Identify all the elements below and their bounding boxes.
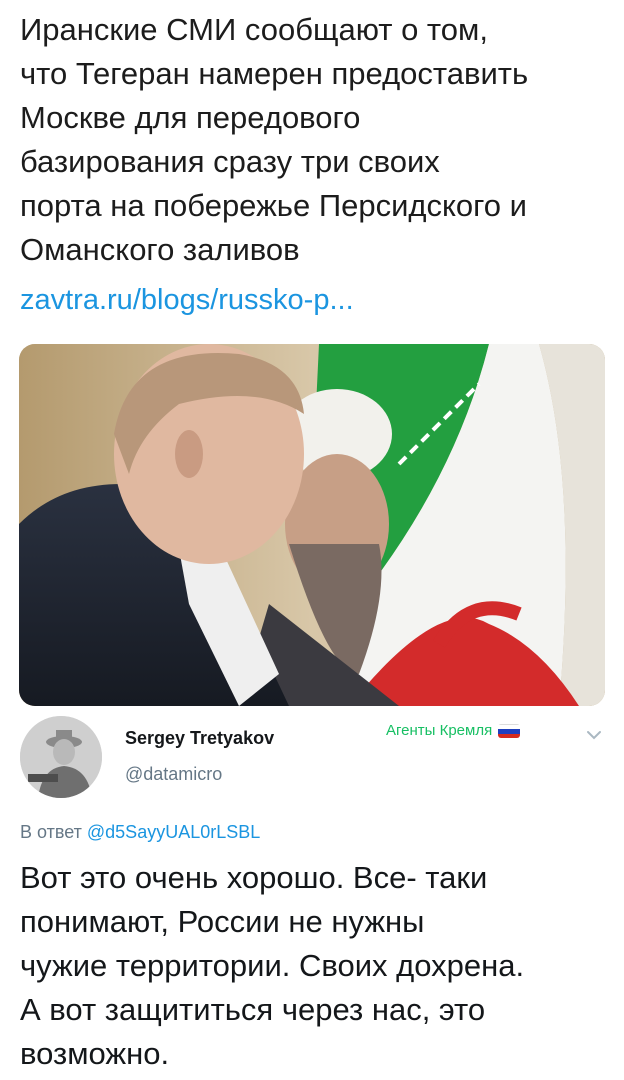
chevron-down-icon[interactable] <box>585 728 603 742</box>
list-badge[interactable]: Агенты Кремля <box>386 722 521 739</box>
avatar[interactable] <box>20 716 102 798</box>
article-link[interactable]: zavtra.ru/blogs/russko-p... <box>20 278 354 322</box>
tweet-photo[interactable] <box>19 344 605 706</box>
reply-to-mention[interactable]: @d5SayyUAL0rLSBL <box>87 822 260 842</box>
reply-tweet-text: Вот это очень хорошо. Все- таки понимают… <box>20 860 525 1071</box>
quoted-tweet-text: Иранские СМИ сообщают о том, что Тегеран… <box>20 12 529 267</box>
author-handle[interactable]: @datamicro <box>125 764 222 785</box>
author-name[interactable]: Sergey Tretyakov <box>125 728 274 749</box>
reply-to-line: В ответ @d5SayyUAL0rLSBL <box>20 822 260 843</box>
list-badge-label: Агенты Кремля <box>386 722 493 739</box>
russia-flag-icon <box>498 723 521 738</box>
reply-to-prefix: В ответ <box>20 822 87 842</box>
